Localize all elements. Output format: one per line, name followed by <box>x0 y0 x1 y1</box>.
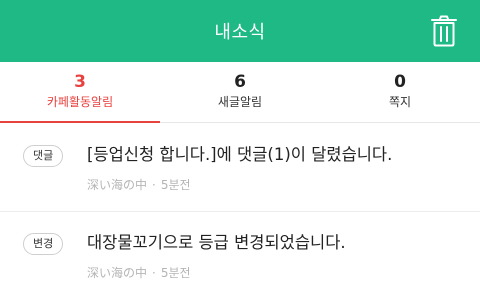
tab-label: 카페활동알림 <box>46 95 114 109</box>
tab-count: 3 <box>74 72 86 92</box>
tab-messages[interactable]: 0 쪽지 <box>320 62 480 122</box>
header-bar: 내소식 <box>0 0 480 62</box>
tab-label: 쪽지 <box>388 95 412 109</box>
author-name: 深い海の中 <box>87 266 148 280</box>
timestamp: 5분전 <box>160 266 191 280</box>
notification-type-badge: 댓글 <box>23 145 64 167</box>
notification-meta: 深い海の中 · 5분전 <box>87 176 191 193</box>
active-tab-indicator <box>0 121 160 123</box>
tab-cafe-activity[interactable]: 3 카페활동알림 <box>0 62 160 123</box>
list-item[interactable]: 변경 대장물꼬기으로 등급 변경되었습니다. 深い海の中 · 5분전 <box>0 212 480 292</box>
notification-list: 댓글 [등업신청 합니다.]에 댓글(1)이 달렸습니다. 深い海の中 · 5분전 … <box>0 124 480 292</box>
author-name: 深い海の中 <box>87 178 148 192</box>
tab-count: 6 <box>234 72 246 92</box>
tab-label: 새글알림 <box>217 95 263 109</box>
tab-count: 0 <box>394 72 406 92</box>
tab-new-posts[interactable]: 6 새글알림 <box>160 62 320 122</box>
notification-message: 대장물꼬기으로 등급 변경되었습니다. <box>87 233 346 252</box>
notification-meta: 深い海の中 · 5분전 <box>87 264 191 281</box>
separator-dot: · <box>152 178 156 192</box>
notification-tabs: 3 카페활동알림 6 새글알림 0 쪽지 <box>0 62 480 123</box>
notification-message: [등업신청 합니다.]에 댓글(1)이 달렸습니다. <box>87 145 393 164</box>
timestamp: 5분전 <box>160 178 191 192</box>
page-title: 내소식 <box>214 22 266 43</box>
list-item[interactable]: 댓글 [등업신청 합니다.]에 댓글(1)이 달렸습니다. 深い海の中 · 5분전 <box>0 124 480 212</box>
separator-dot: · <box>152 266 156 280</box>
notification-type-badge: 변경 <box>23 233 64 255</box>
trash-icon[interactable] <box>430 15 458 47</box>
